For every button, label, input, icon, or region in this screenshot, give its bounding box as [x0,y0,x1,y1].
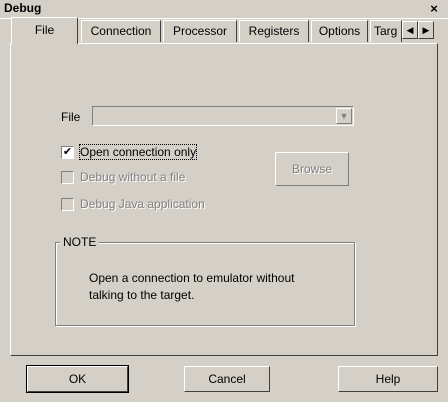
note-text: Open a connection to emulator without ta… [89,271,295,302]
cancel-button[interactable]: Cancel [184,366,270,392]
debug-java-application-label: Debug Java application [80,197,205,211]
tab-options[interactable]: Options [311,20,368,42]
debug-without-file-label: Debug without a file [80,170,186,184]
open-connection-only-label[interactable]: Open connection only [78,144,198,160]
tab-scroll-left-icon[interactable]: ◀ [402,21,418,39]
debug-dialog: Debug × File Connection Processor Regist… [0,0,448,402]
ok-button[interactable]: OK [26,365,129,393]
note-title: NOTE [60,235,100,249]
tab-scroll-right-icon[interactable]: ▶ [418,21,434,39]
tab-target[interactable]: Targ [370,20,402,42]
help-button[interactable]: Help [338,366,438,392]
window-title: Debug [4,1,42,15]
debug-java-application-checkbox[interactable] [61,198,74,211]
tab-registers[interactable]: Registers [239,20,309,42]
browse-button[interactable]: Browse [275,152,349,186]
close-icon[interactable]: × [426,2,442,16]
tab-file[interactable]: File [11,17,78,44]
open-connection-only-checkbox[interactable]: ✔ [61,146,74,159]
file-select[interactable]: ▼ [92,106,354,126]
debug-without-file-checkbox[interactable] [61,171,74,184]
file-label: File [61,110,81,124]
chevron-down-icon[interactable]: ▼ [336,108,352,124]
tab-connection[interactable]: Connection [81,20,161,42]
tab-processor[interactable]: Processor [163,20,237,42]
